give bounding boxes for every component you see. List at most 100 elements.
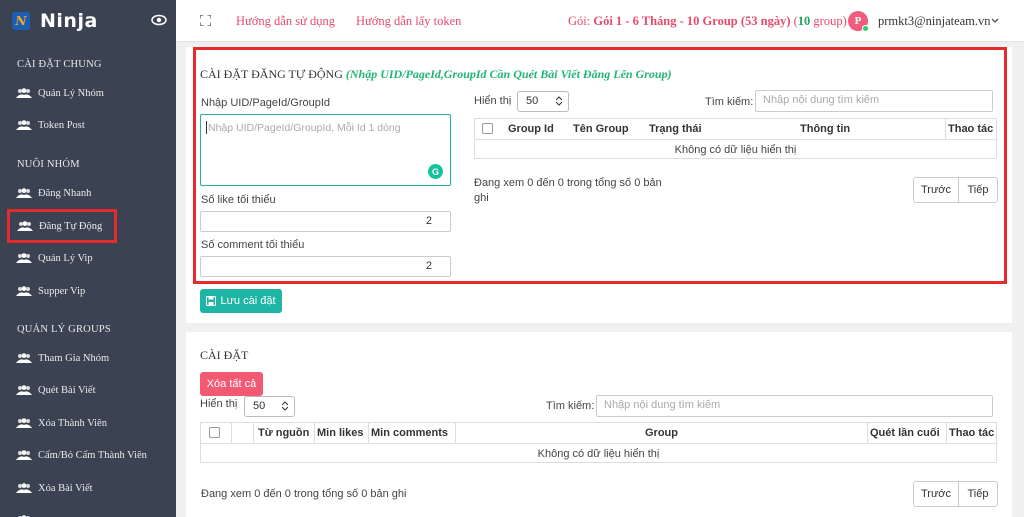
delete-all-button[interactable]: Xóa tất cả — [200, 372, 263, 396]
auto-post-hint: (Nhập UID/PageId,GroupId Cần Quét Bài Vi… — [345, 67, 672, 81]
section-title-general: CÀI ĐẶT CHUNG — [17, 59, 102, 70]
show-entries-value: 50 — [253, 400, 266, 412]
pagination: Trước Tiếp — [913, 481, 998, 507]
next-button[interactable]: Tiếp — [959, 177, 998, 203]
settings-title: CÀI ĐẶT — [200, 348, 249, 362]
users-icon — [16, 119, 32, 130]
col-divider — [231, 423, 232, 443]
users-icon — [16, 87, 32, 98]
section-title-group-nurture: NUÔI NHÓM — [17, 159, 80, 170]
select-all-checkbox[interactable] — [482, 123, 493, 134]
package-prefix: Gói: — [568, 14, 591, 28]
users-icon — [17, 220, 33, 231]
prev-button[interactable]: Trước — [913, 177, 959, 203]
auto-post-title-text: CÀI ĐẶT ĐĂNG TỰ ĐỘNG — [200, 67, 343, 81]
col-divider — [945, 119, 946, 139]
table-info: Đang xem 0 đến 0 trong tổng số 0 bản ghi — [474, 176, 704, 206]
floppy-icon — [206, 296, 217, 306]
sidebar-item-token-post[interactable]: Token Post — [8, 110, 168, 140]
col-info[interactable]: Thông tin — [800, 123, 850, 135]
col-last-scan[interactable]: Quét lần cuối — [870, 427, 940, 439]
row-divider — [475, 139, 998, 140]
search-label: Tìm kiếm: — [705, 96, 754, 108]
topbar: Hướng dẫn sử dụng Hướng dẫn lấy token Gó… — [176, 0, 1024, 42]
users-icon — [16, 384, 32, 395]
search-label: Tìm kiếm: — [546, 400, 595, 412]
show-entries-label: Hiển thị — [200, 398, 238, 410]
col-source[interactable]: Từ nguồn — [258, 427, 309, 439]
col-divider — [314, 423, 315, 443]
col-divider — [455, 423, 456, 443]
min-comment-input[interactable]: 2 — [200, 256, 451, 277]
uid-label: Nhập UID/PageId/GroupId — [201, 97, 331, 109]
sidebar-item-label: Xóa Bài Viết — [38, 482, 93, 494]
select-all-checkbox[interactable] — [209, 427, 220, 438]
col-actions[interactable]: Thao tác — [949, 427, 994, 439]
section-title-group-management: QUẢN LÝ GROUPS — [17, 324, 111, 335]
select-arrows-icon — [282, 401, 288, 411]
token-guide-link[interactable]: Hướng dẫn lấy token — [356, 14, 461, 29]
settings-table: Từ nguồn Min likes Min comments Group Qu… — [200, 422, 998, 463]
sidebar-item-group-management[interactable]: Quản Lý Nhóm — [8, 78, 168, 108]
sidebar-item-ban-member[interactable]: Cấm/Bỏ Cấm Thành Viên — [8, 440, 168, 470]
sidebar-item-label: Quản Lý Nhóm — [38, 87, 104, 99]
prev-button[interactable]: Trước — [913, 481, 959, 507]
users-icon — [16, 285, 32, 296]
select-arrows-icon — [556, 96, 562, 106]
sidebar-item-label: Cấm/Bỏ Cấm Thành Viên — [38, 449, 147, 461]
sidebar-item-delete-post[interactable]: Xóa Bài Viết — [8, 473, 168, 503]
sidebar-item-join-group[interactable]: Tham Gia Nhóm — [8, 343, 168, 373]
row-divider — [201, 443, 998, 444]
sidebar: N Ninja CÀI ĐẶT CHUNG Quản Lý Nhóm Token… — [0, 0, 176, 517]
chevron-down-icon[interactable] — [991, 18, 999, 24]
col-actions[interactable]: Thao tác — [948, 123, 993, 135]
col-divider — [253, 423, 254, 443]
col-status[interactable]: Trạng thái — [649, 123, 702, 135]
save-settings-button[interactable]: Lưu cài đặt — [200, 289, 282, 313]
sidebar-item-label: Đăng Nhanh — [38, 187, 92, 199]
search-input[interactable]: Nhập nội dung tìm kiếm — [755, 90, 993, 112]
table-info: Đang xem 0 đến 0 trong tổng số 0 bản ghi — [201, 488, 407, 500]
eye-toggle-icon[interactable] — [151, 14, 167, 26]
group-count-close: group) — [813, 14, 847, 28]
col-group-id[interactable]: Group Id — [508, 123, 554, 135]
sidebar-item-scan-posts[interactable]: Quét Bài Viết — [8, 375, 168, 405]
table-info-line2: ghi — [474, 192, 489, 204]
sidebar-item-quick-post[interactable]: Đăng Nhanh — [8, 178, 168, 208]
show-entries-label: Hiển thị — [474, 95, 512, 107]
uid-placeholder: Nhập UID/PageId/GroupId, Mỗi Id 1 dòng — [208, 122, 401, 134]
col-group-name[interactable]: Tên Group — [573, 123, 629, 135]
groups-table: Group Id Tên Group Trạng thái Thông tin … — [474, 118, 998, 159]
users-icon — [16, 482, 32, 493]
sidebar-item-supper-vip[interactable]: Supper Vip — [8, 276, 168, 306]
sidebar-item-vip-management[interactable]: Quản Lý Vip — [8, 243, 168, 273]
sidebar-item-remove-member[interactable]: Xóa Thành Viên — [8, 408, 168, 438]
grammarly-icon[interactable]: G — [428, 164, 443, 179]
sidebar-item-auto-post[interactable]: Đăng Tự Động — [7, 209, 117, 243]
search-input[interactable]: Nhập nội dung tìm kiếm — [596, 395, 993, 417]
usage-guide-link[interactable]: Hướng dẫn sử dụng — [236, 14, 335, 29]
brand-name: Ninja — [40, 10, 98, 32]
show-entries-select[interactable]: 50 — [517, 91, 569, 112]
auto-post-title: CÀI ĐẶT ĐĂNG TỰ ĐỘNG (Nhập UID/PageId,Gro… — [200, 67, 672, 82]
col-min-comments[interactable]: Min comments — [371, 427, 448, 439]
brand[interactable]: N Ninja — [0, 0, 176, 42]
table-info-line1: Đang xem 0 đến 0 trong tổng số 0 bản — [474, 177, 662, 189]
empty-message: Không có dữ liệu hiển thị — [674, 144, 797, 156]
col-min-likes[interactable]: Min likes — [317, 427, 363, 439]
sidebar-item-more[interactable] — [8, 505, 168, 517]
users-icon — [16, 252, 32, 263]
next-button[interactable]: Tiếp — [959, 481, 998, 507]
users-icon — [16, 417, 32, 428]
user-email[interactable]: prmkt3@ninjateam.vn — [878, 14, 991, 29]
users-icon — [16, 352, 32, 363]
col-divider — [368, 423, 369, 443]
min-comment-label: Số comment tối thiểu — [201, 239, 305, 251]
uid-textarea[interactable]: Nhập UID/PageId/GroupId, Mỗi Id 1 dòng G — [200, 114, 451, 186]
col-group[interactable]: Group — [645, 427, 678, 439]
save-settings-label: Lưu cài đặt — [220, 295, 276, 307]
min-like-input[interactable]: 2 — [200, 211, 451, 232]
fullscreen-icon[interactable] — [200, 15, 211, 26]
empty-message: Không có dữ liệu hiển thị — [537, 448, 660, 460]
show-entries-select[interactable]: 50 — [244, 396, 295, 417]
